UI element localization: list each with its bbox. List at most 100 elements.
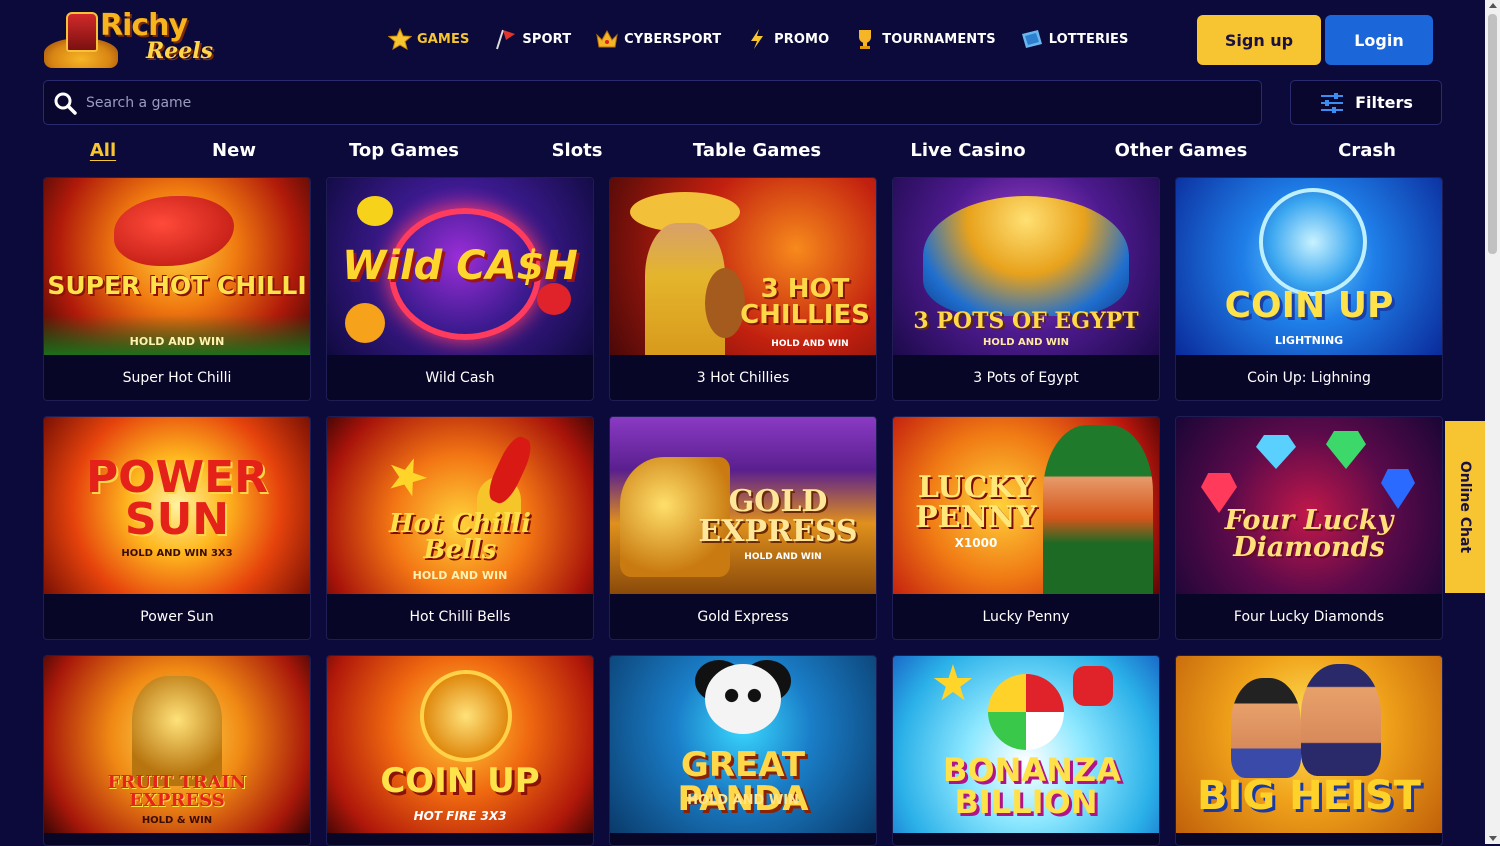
lightning-icon bbox=[745, 28, 769, 50]
nav-tournaments-label: TOURNAMENTS bbox=[882, 31, 996, 47]
nav-tournaments[interactable]: TOURNAMENTS bbox=[853, 28, 996, 50]
tab-slots[interactable]: Slots bbox=[552, 140, 603, 161]
game-card-super-hot-chilli[interactable]: SUPER HOT CHILLI HOLD AND WIN Super Hot … bbox=[43, 177, 311, 401]
game-title: Hot Chilli Bells bbox=[409, 608, 511, 625]
nav-lotteries[interactable]: LOTTERIES bbox=[1020, 28, 1129, 50]
tab-crash[interactable]: Crash bbox=[1338, 140, 1396, 161]
filters-button[interactable]: Filters bbox=[1290, 80, 1442, 125]
sign-up-button[interactable]: Sign up bbox=[1197, 15, 1321, 65]
game-title: Gold Express bbox=[697, 608, 789, 625]
game-art-subtitle: HOLD AND WIN bbox=[129, 335, 225, 348]
game-art-subtitle: HOLD AND WIN bbox=[687, 793, 799, 808]
orange-icon bbox=[345, 303, 385, 343]
game-art-title: BIG HEIST bbox=[1197, 773, 1421, 819]
game-art-subtitle: LIGHTNING bbox=[1274, 334, 1344, 347]
panda-icon bbox=[705, 664, 781, 734]
game-art-title: LUCKY PENNY bbox=[915, 470, 1037, 535]
nav-sport[interactable]: SPORT bbox=[493, 28, 571, 50]
header: Richy Reels GAMES SPORT CYBERSPORT PROMO… bbox=[0, 0, 1484, 78]
game-card-bonanza-billion[interactable]: BONANZA BILLION bbox=[892, 655, 1160, 846]
game-thumbnail: SUPER HOT CHILLI HOLD AND WIN bbox=[44, 178, 310, 355]
game-card-wild-cash[interactable]: Wild CA$H Wild Cash bbox=[326, 177, 594, 401]
game-art-title: Four Lucky Diamonds bbox=[1224, 505, 1394, 563]
sapphire-diamond-icon bbox=[1381, 469, 1415, 509]
game-art-subtitle: HOLD AND WIN bbox=[412, 569, 508, 582]
game-art-subtitle: X1000 bbox=[954, 536, 998, 550]
nav-promo-label: PROMO bbox=[774, 31, 830, 47]
game-art-title: GOLD EXPRESS bbox=[698, 484, 858, 549]
tab-live-casino[interactable]: Live Casino bbox=[910, 140, 1025, 161]
star-icon bbox=[388, 28, 412, 50]
game-art-subtitle: HOLD AND WIN bbox=[744, 552, 822, 562]
game-art-title: Hot Chilli Bells bbox=[388, 509, 532, 565]
search-bar bbox=[43, 80, 1262, 125]
nav-games[interactable]: GAMES bbox=[388, 28, 469, 50]
game-art-subtitle: HOLD & WIN bbox=[141, 815, 213, 826]
search-icon bbox=[53, 91, 77, 119]
game-art-subtitle: HOLD AND WIN bbox=[982, 337, 1070, 348]
game-card-gold-express[interactable]: GOLD EXPRESS HOLD AND WIN Gold Express bbox=[609, 416, 877, 640]
tab-top-games[interactable]: Top Games bbox=[349, 140, 459, 161]
game-title: Coin Up: Lighning bbox=[1247, 369, 1371, 386]
star-decoration bbox=[381, 451, 432, 502]
game-title: Four Lucky Diamonds bbox=[1233, 608, 1385, 625]
game-card-coin-up-lighning[interactable]: COIN UP LIGHTNING Coin Up: Lighning bbox=[1175, 177, 1443, 401]
pot-icon bbox=[923, 196, 1129, 316]
login-button[interactable]: Login bbox=[1325, 15, 1433, 65]
game-thumbnail: COIN UP HOT FIRE 3X3 bbox=[327, 656, 593, 833]
tab-new[interactable]: New bbox=[212, 140, 256, 161]
page-scrollbar[interactable] bbox=[1485, 0, 1500, 844]
game-card-3-pots-of-egypt[interactable]: 3 POTS OF EGYPT HOLD AND WIN 3 Pots of E… bbox=[892, 177, 1160, 401]
game-title: Wild Cash bbox=[425, 369, 495, 386]
scroll-down-arrow-icon[interactable] bbox=[1489, 836, 1497, 841]
online-chat-tab[interactable]: Online Chat bbox=[1445, 421, 1485, 593]
game-card-great-panda[interactable]: GREAT PANDA HOLD AND WIN bbox=[609, 655, 877, 846]
nav-cybersport[interactable]: CYBERSPORT bbox=[595, 28, 721, 50]
game-title: Power Sun bbox=[140, 608, 214, 625]
game-art-subtitle: HOLD AND WIN bbox=[771, 339, 849, 349]
guitar-icon bbox=[705, 268, 745, 338]
nav-lotteries-label: LOTTERIES bbox=[1048, 31, 1129, 47]
game-thumbnail: FRUIT TRAIN EXPRESS HOLD & WIN bbox=[44, 656, 310, 833]
game-card-coin-up-hot-fire[interactable]: COIN UP HOT FIRE 3X3 bbox=[326, 655, 594, 846]
nav-cybersport-label: CYBERSPORT bbox=[624, 31, 722, 47]
game-art-title: BONANZA BILLION bbox=[943, 751, 1121, 821]
scrollbar-thumb[interactable] bbox=[1488, 14, 1497, 254]
game-thumbnail: Four Lucky Diamonds bbox=[1176, 417, 1442, 594]
richy-reels-logo[interactable]: Richy Reels bbox=[42, 8, 213, 70]
lemon-icon bbox=[357, 196, 393, 226]
game-card-lucky-penny[interactable]: LUCKY PENNY X1000 Lucky Penny bbox=[892, 416, 1160, 640]
scroll-up-arrow-icon[interactable] bbox=[1489, 3, 1497, 8]
game-thumbnail: Wild CA$H bbox=[327, 178, 593, 355]
game-thumbnail: 3 POTS OF EGYPT HOLD AND WIN bbox=[893, 178, 1159, 355]
slot-machine-icon bbox=[66, 12, 98, 52]
nav-promo[interactable]: PROMO bbox=[745, 28, 829, 50]
game-art-subtitle: HOT FIRE 3X3 bbox=[413, 809, 507, 823]
game-art-title: COIN UP bbox=[1224, 285, 1394, 326]
game-thumbnail: POWER SUN HOLD AND WIN 3X3 bbox=[44, 417, 310, 594]
game-thumbnail: Hot Chilli Bells HOLD AND WIN bbox=[327, 417, 593, 594]
nav-games-label: GAMES bbox=[417, 31, 470, 47]
search-input[interactable] bbox=[84, 91, 1248, 115]
tab-all[interactable]: All bbox=[90, 140, 116, 161]
game-card-3-hot-chillies[interactable]: 3 HOT CHILLIES HOLD AND WIN 3 Hot Chilli… bbox=[609, 177, 877, 401]
tab-table-games[interactable]: Table Games bbox=[693, 140, 821, 161]
game-card-four-lucky-diamonds[interactable]: Four Lucky Diamonds Four Lucky Diamonds bbox=[1175, 416, 1443, 640]
game-card-big-heist[interactable]: BIG HEIST bbox=[1175, 655, 1443, 846]
game-title: Super Hot Chilli bbox=[122, 369, 232, 386]
tab-other-games[interactable]: Other Games bbox=[1115, 140, 1248, 161]
game-card-hot-chilli-bells[interactable]: Hot Chilli Bells HOLD AND WIN Hot Chilli… bbox=[326, 416, 594, 640]
game-art-title: COIN UP bbox=[380, 761, 540, 801]
game-art-title: SUPER HOT CHILLI bbox=[47, 271, 307, 300]
coin-icon bbox=[1259, 188, 1367, 296]
robber-figure-right bbox=[1301, 664, 1381, 776]
game-card-power-sun[interactable]: POWER SUN HOLD AND WIN 3X3 Power Sun bbox=[43, 416, 311, 640]
train-icon bbox=[132, 676, 222, 786]
game-card-fruit-train-express[interactable]: FRUIT TRAIN EXPRESS HOLD & WIN bbox=[43, 655, 311, 846]
flag-icon bbox=[493, 28, 517, 50]
chilli-icon bbox=[114, 196, 234, 266]
crown-icon bbox=[595, 28, 619, 50]
game-title: 3 Hot Chillies bbox=[696, 369, 790, 386]
star-gem-icon bbox=[933, 664, 973, 701]
sliders-icon bbox=[1319, 91, 1345, 115]
